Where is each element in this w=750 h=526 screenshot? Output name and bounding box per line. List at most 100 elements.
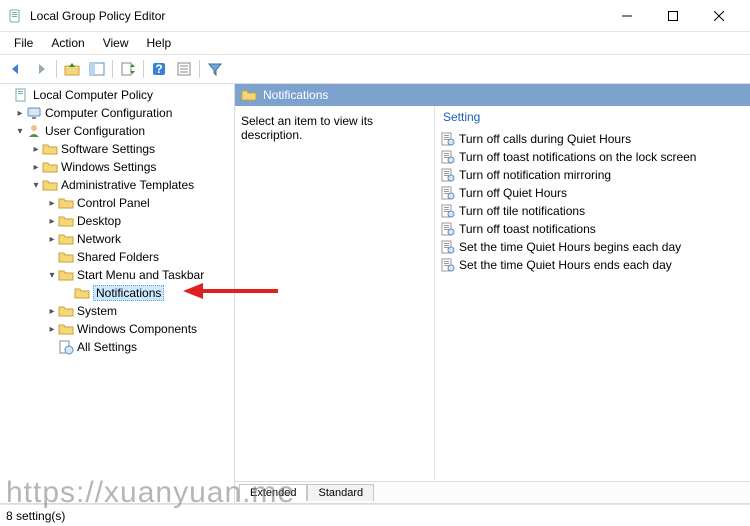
chevron-down-icon[interactable]: ▾ (14, 126, 26, 137)
chevron-down-icon[interactable]: ▾ (46, 270, 58, 281)
setting-item[interactable]: Set the time Quiet Hours ends each day (435, 256, 750, 274)
tree-start-taskbar[interactable]: ▾ Start Menu and Taskbar (0, 266, 234, 284)
svg-text:?: ? (155, 62, 162, 76)
toolbar: ? (0, 54, 750, 84)
tree-control-panel[interactable]: ▸ Control Panel (0, 194, 234, 212)
menu-view[interactable]: View (95, 34, 137, 52)
chevron-right-icon[interactable]: ▸ (30, 162, 42, 173)
chevron-right-icon[interactable]: ▸ (46, 198, 58, 209)
chevron-right-icon[interactable]: ▸ (46, 306, 58, 317)
tree-label: Control Panel (77, 196, 150, 210)
setting-item[interactable]: Turn off tile notifications (435, 202, 750, 220)
folder-icon (58, 231, 74, 247)
folder-icon (58, 303, 74, 319)
up-folder-button[interactable] (60, 57, 84, 81)
forward-button[interactable] (29, 57, 53, 81)
maximize-button[interactable] (650, 0, 696, 32)
help-button[interactable]: ? (147, 57, 171, 81)
chevron-right-icon[interactable]: ▸ (46, 216, 58, 227)
column-header-setting[interactable]: Setting (435, 106, 750, 130)
minimize-button[interactable] (604, 0, 650, 32)
status-bar: 8 setting(s) (0, 504, 750, 526)
menu-action[interactable]: Action (43, 34, 92, 52)
tree-notifications[interactable]: ▸ Notifications (0, 284, 234, 302)
settings-icon (58, 339, 74, 355)
folder-icon (42, 159, 58, 175)
folder-icon (241, 87, 257, 103)
tree-desktop[interactable]: ▸ Desktop (0, 212, 234, 230)
tree-label: System (77, 304, 117, 318)
tree-label: All Settings (77, 340, 137, 354)
policy-setting-icon (441, 150, 455, 164)
tree-user-config[interactable]: ▾ User Configuration (0, 122, 234, 140)
tree-label: Windows Settings (61, 160, 156, 174)
setting-item[interactable]: Turn off notification mirroring (435, 166, 750, 184)
chevron-right-icon[interactable]: ▸ (14, 108, 26, 119)
tree-label: Desktop (77, 214, 121, 228)
tree-shared-folders[interactable]: ▸ Shared Folders (0, 248, 234, 266)
tree-label: Notifications (93, 285, 164, 301)
title-bar: Local Group Policy Editor (0, 0, 750, 32)
details-header: Notifications (235, 84, 750, 106)
policy-icon (14, 87, 30, 103)
folder-icon (58, 249, 74, 265)
tab-standard[interactable]: Standard (307, 484, 374, 501)
tree-label: Administrative Templates (61, 178, 194, 192)
folder-icon (42, 177, 58, 193)
setting-item[interactable]: Turn off calls during Quiet Hours (435, 130, 750, 148)
policy-setting-icon (441, 222, 455, 236)
setting-item[interactable]: Set the time Quiet Hours begins each day (435, 238, 750, 256)
policy-setting-icon (441, 186, 455, 200)
tree-pane[interactable]: ▸ Local Computer Policy ▸ Computer Confi… (0, 84, 235, 503)
menu-file[interactable]: File (6, 34, 41, 52)
tab-extended[interactable]: Extended (239, 484, 307, 501)
tree-computer-config[interactable]: ▸ Computer Configuration (0, 104, 234, 122)
folder-icon (42, 141, 58, 157)
tree-windows-components[interactable]: ▸ Windows Components (0, 320, 234, 338)
setting-label: Turn off Quiet Hours (459, 186, 567, 200)
setting-label: Turn off toast notifications (459, 222, 596, 236)
toolbar-separator (112, 60, 113, 78)
folder-icon (58, 213, 74, 229)
setting-item[interactable]: Turn off toast notifications (435, 220, 750, 238)
setting-label: Turn off toast notifications on the lock… (459, 150, 696, 164)
tree-root[interactable]: ▸ Local Computer Policy (0, 86, 234, 104)
tree-admin-templates[interactable]: ▾ Administrative Templates (0, 176, 234, 194)
tree-label: Shared Folders (77, 250, 159, 264)
back-button[interactable] (4, 57, 28, 81)
setting-label: Set the time Quiet Hours begins each day (459, 240, 681, 254)
policy-setting-icon (441, 240, 455, 254)
export-list-button[interactable] (116, 57, 140, 81)
tree-label: Local Computer Policy (33, 88, 153, 102)
policy-setting-icon (441, 204, 455, 218)
tree-software-settings[interactable]: ▸ Software Settings (0, 140, 234, 158)
description-text: Select an item to view its description. (241, 114, 373, 142)
view-tabs: Extended Standard (235, 481, 750, 503)
computer-icon (26, 105, 42, 121)
tree-all-settings[interactable]: ▸ All Settings (0, 338, 234, 356)
policy-setting-icon (441, 132, 455, 146)
chevron-down-icon[interactable]: ▾ (30, 180, 42, 191)
user-icon (26, 123, 42, 139)
toolbar-separator (56, 60, 57, 78)
tree-windows-settings[interactable]: ▸ Windows Settings (0, 158, 234, 176)
setting-label: Turn off tile notifications (459, 204, 585, 218)
setting-label: Set the time Quiet Hours ends each day (459, 258, 672, 272)
content-area: ▸ Local Computer Policy ▸ Computer Confi… (0, 84, 750, 504)
folder-icon (58, 267, 74, 283)
chevron-right-icon[interactable]: ▸ (46, 324, 58, 335)
details-pane: Notifications Select an item to view its… (235, 84, 750, 503)
properties-button[interactable] (172, 57, 196, 81)
tree-system[interactable]: ▸ System (0, 302, 234, 320)
menu-help[interactable]: Help (139, 34, 180, 52)
close-button[interactable] (696, 0, 742, 32)
chevron-right-icon[interactable]: ▸ (30, 144, 42, 155)
window-title: Local Group Policy Editor (30, 9, 165, 23)
setting-item[interactable]: Turn off toast notifications on the lock… (435, 148, 750, 166)
chevron-right-icon[interactable]: ▸ (46, 234, 58, 245)
show-hide-tree-button[interactable] (85, 57, 109, 81)
tree-label: Software Settings (61, 142, 155, 156)
filter-button[interactable] (203, 57, 227, 81)
setting-item[interactable]: Turn off Quiet Hours (435, 184, 750, 202)
tree-network[interactable]: ▸ Network (0, 230, 234, 248)
